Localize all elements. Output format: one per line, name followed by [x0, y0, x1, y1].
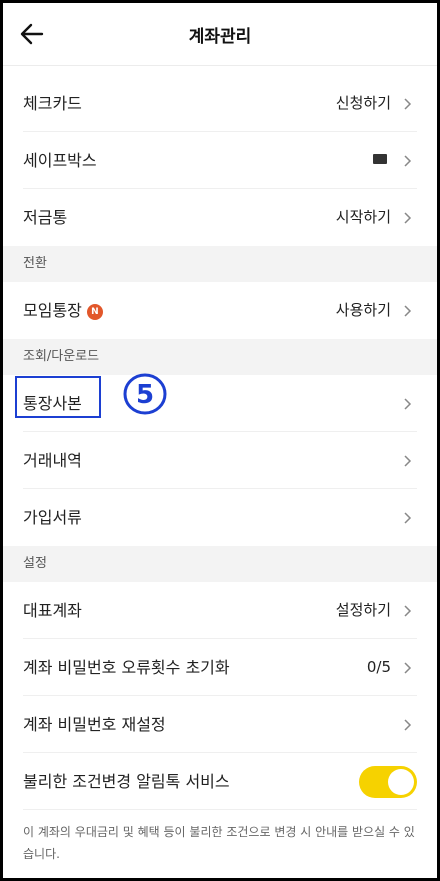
header: 계좌관리	[3, 3, 437, 65]
group-account-row[interactable]: 모임통장 N 사용하기	[3, 282, 437, 339]
password-change-row[interactable]: 계좌 비밀번호 재설정	[3, 696, 437, 753]
password-change-label: 계좌 비밀번호 재설정	[23, 715, 166, 734]
check-card-label: 체크카드	[23, 94, 82, 113]
section-header-view-download: 조회/다운로드	[3, 339, 437, 375]
group-account-value: 사용하기	[335, 301, 391, 319]
chevron-right-icon	[404, 512, 412, 524]
chevron-right-icon	[404, 155, 412, 167]
group-account-label: 모임통장	[23, 301, 82, 320]
transaction-history-row[interactable]: 거래내역	[3, 432, 437, 489]
page-title: 계좌관리	[188, 27, 252, 47]
annotation-highlight-box	[15, 376, 101, 418]
transaction-history-label: 거래내역	[23, 451, 82, 470]
svg-text:5: 5	[136, 380, 154, 410]
chevron-right-icon	[404, 662, 412, 674]
notice-text: 이 계좌의 우대금리 및 혜택 등이 불리한 조건으로 변경 시 안내를 받으실…	[23, 825, 415, 861]
group-account-label-wrap: 모임통장 N	[23, 282, 103, 339]
check-card-row[interactable]: 체크카드 신청하기	[3, 75, 437, 132]
annotation-circled-number: 5	[123, 373, 167, 415]
password-error-count-value: 0/5	[366, 658, 391, 676]
section-header-settings: 설정	[3, 546, 437, 582]
piggy-bank-row[interactable]: 저금통 시작하기	[3, 189, 437, 246]
piggy-bank-value: 시작하기	[335, 208, 391, 226]
unfavorable-change-alert-label: 불리한 조건변경 알림톡 서비스	[23, 772, 230, 791]
chevron-right-icon	[404, 455, 412, 467]
chevron-right-icon	[404, 719, 412, 731]
piggy-bank-label: 저금통	[23, 208, 68, 227]
chevron-right-icon	[404, 605, 412, 617]
signup-documents-row[interactable]: 가입서류	[3, 489, 437, 546]
section-title: 전환	[23, 256, 47, 271]
primary-account-value: 설정하기	[335, 601, 391, 619]
toggle-knob	[388, 769, 414, 795]
section-title: 조회/다운로드	[23, 349, 100, 364]
chevron-right-icon	[404, 98, 412, 110]
alert-toggle-switch[interactable]	[359, 766, 417, 798]
row-divider	[23, 809, 417, 810]
chevron-right-icon	[404, 398, 412, 410]
safe-box-row[interactable]: 세이프박스	[3, 132, 437, 189]
check-card-value: 신청하기	[335, 94, 391, 112]
signup-documents-label: 가입서류	[23, 508, 82, 527]
unfavorable-change-alert-row: 불리한 조건변경 알림톡 서비스	[3, 753, 437, 810]
primary-account-row[interactable]: 대표계좌 설정하기	[3, 582, 437, 639]
section-title: 설정	[23, 556, 47, 571]
safe-box-chip-icon	[373, 154, 387, 164]
password-reset-count-row[interactable]: 계좌 비밀번호 오류횟수 초기화 0/5	[3, 639, 437, 696]
account-management-screen: 계좌관리 체크카드 신청하기 세이프박스 저금통 시작하기 전환 모임통장 N 사…	[3, 3, 437, 878]
safe-box-label: 세이프박스	[23, 151, 97, 170]
header-divider	[3, 65, 437, 75]
section-header-switch: 전환	[3, 246, 437, 282]
password-reset-count-label: 계좌 비밀번호 오류횟수 초기화	[23, 658, 230, 677]
chevron-right-icon	[404, 212, 412, 224]
new-badge: N	[86, 304, 103, 320]
primary-account-label: 대표계좌	[23, 601, 82, 620]
chevron-right-icon	[404, 305, 412, 317]
